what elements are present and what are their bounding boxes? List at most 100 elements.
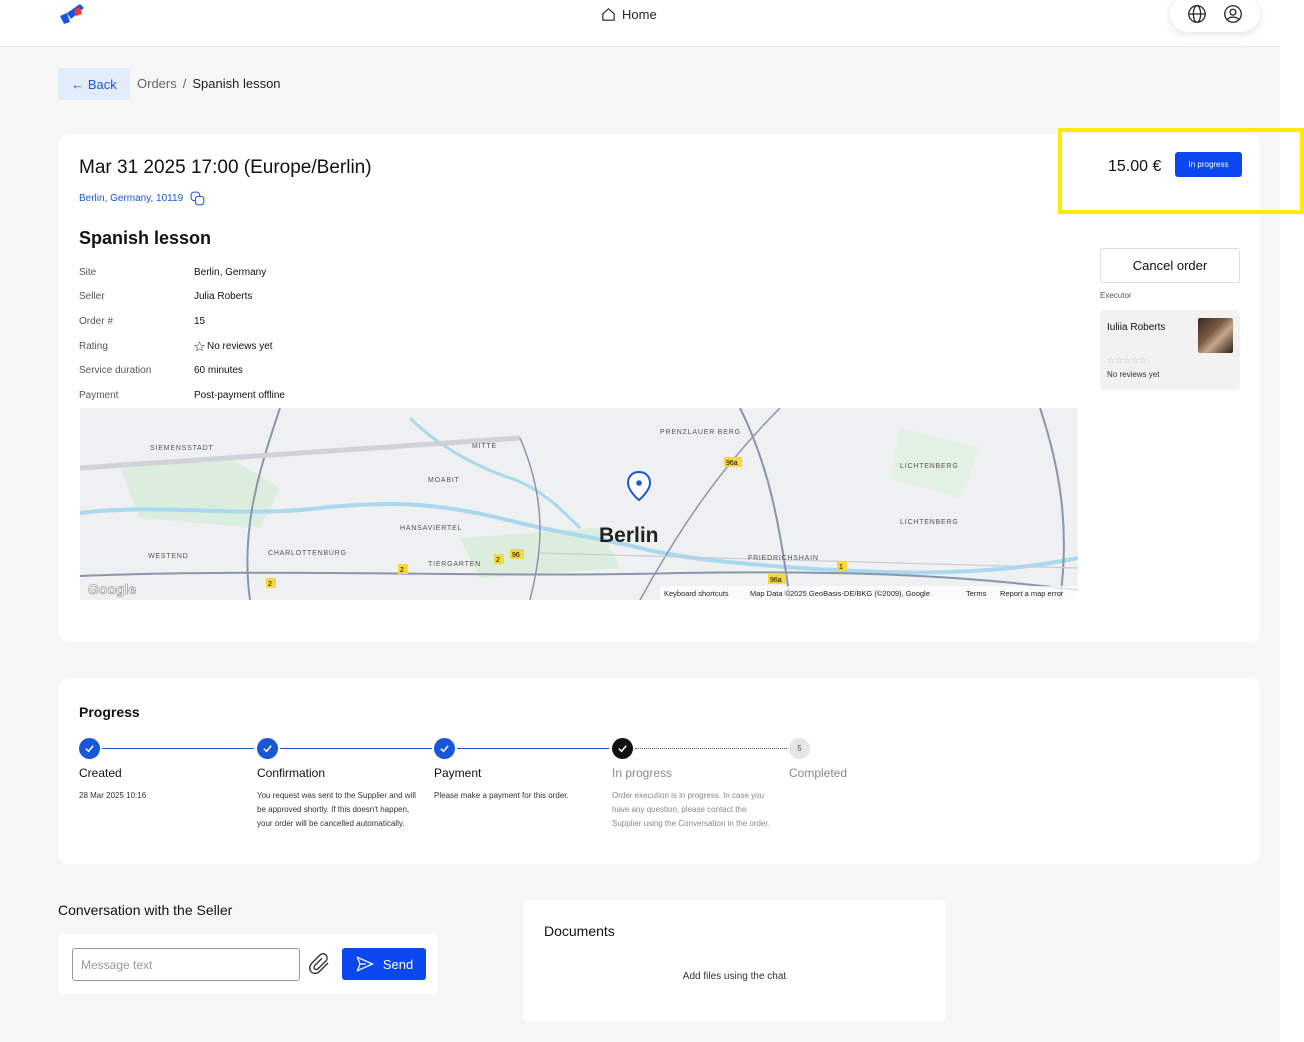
step-connector — [457, 748, 609, 749]
service-title: Spanish lesson — [79, 228, 212, 248]
detail-row-payment: Payment Post-payment offline — [79, 383, 285, 408]
send-button[interactable]: Send — [342, 948, 426, 980]
road-badge: 2 — [266, 578, 276, 588]
detail-label: Payment — [79, 389, 119, 401]
google-logo: Google — [88, 581, 136, 597]
order-price: 15.00 € — [1108, 158, 1162, 175]
send-label: Send — [382, 956, 414, 972]
road-badge: 96a — [768, 574, 786, 584]
message-input[interactable] — [72, 948, 300, 981]
executor-label: Executor — [1100, 291, 1132, 300]
detail-row-order-number: Order # 15 — [79, 309, 285, 334]
home-icon — [602, 8, 615, 21]
executor-card[interactable]: Iuliia Roberts ☆☆☆☆☆ No reviews yet — [1100, 310, 1240, 390]
step-name: Confirmation — [257, 766, 326, 780]
road-badge: 96 — [510, 549, 524, 559]
city-label: Berlin — [599, 524, 659, 547]
top-actions — [1170, 0, 1260, 32]
documents-empty-text: Add files using the chat — [682, 971, 787, 982]
map-keyboard-shortcuts: Keyboard shortcuts — [664, 589, 729, 598]
star-icon — [194, 340, 205, 352]
status-badge: In progress — [1175, 152, 1242, 177]
order-card: Mar 31 2025 17:00 (Europe/Berlin) Berlin… — [58, 128, 1304, 642]
detail-value: Julia Roberts — [194, 291, 253, 303]
globe-icon[interactable] — [1186, 3, 1208, 25]
step-desc: Order execution is in progress. In case … — [612, 791, 770, 828]
detail-row-duration: Service duration 60 minutes — [79, 358, 285, 383]
cancel-order-button[interactable]: Cancel order — [1100, 248, 1240, 283]
detail-value: Post-payment offline — [194, 389, 285, 401]
price-status-highlight: 15.00 € In progress — [1058, 128, 1304, 214]
documents-card: Documents Add files using the chat — [523, 900, 946, 1022]
district-label: TIERGARTEN — [428, 561, 481, 568]
district-label: HANSAVIERTEL — [400, 525, 462, 532]
rating-text: No reviews yet — [207, 340, 273, 352]
order-details: Site Berlin, Germany Seller Julia Robert… — [79, 260, 285, 408]
conversation-title: Conversation with the Seller — [58, 902, 233, 918]
detail-row-site: Site Berlin, Germany — [79, 260, 285, 285]
detail-value-rating: No reviews yet — [194, 340, 273, 352]
step-name: Completed — [789, 766, 848, 780]
district-label: SIEMENSSTADT — [150, 445, 214, 452]
send-icon — [356, 956, 374, 972]
svg-text:96a: 96a — [770, 577, 782, 584]
road-badge: 1 — [837, 561, 847, 571]
detail-label: Service duration — [79, 365, 152, 377]
svg-text:2: 2 — [496, 557, 500, 564]
address-text[interactable]: Berlin, Germany, 10119 — [79, 193, 183, 204]
back-button[interactable]: ← Back — [58, 68, 130, 100]
map-report-error: Report a map error — [1000, 589, 1064, 598]
detail-label: Order # — [79, 315, 113, 327]
check-icon — [434, 738, 455, 759]
detail-label: Rating — [79, 340, 108, 352]
map-terms: Terms — [966, 589, 987, 598]
step-desc: Please make a payment for this order. — [434, 791, 569, 800]
order-datetime: Mar 31 2025 17:00 (Europe/Berlin) — [79, 157, 372, 178]
svg-text:96: 96 — [512, 552, 520, 559]
home-link[interactable]: Home — [600, 6, 657, 23]
svg-text:2: 2 — [268, 581, 272, 588]
map[interactable]: SIEMENSSTADT MITTE PRENZLAUER BERG LICHT… — [80, 408, 1078, 600]
district-label: PRENZLAUER BERG — [660, 429, 741, 436]
step-name: In progress — [612, 766, 673, 780]
district-label: CHARLOTTENBURG — [268, 550, 347, 557]
documents-title: Documents — [544, 923, 615, 939]
step-desc: 28 Mar 2025 10:16 — [79, 791, 147, 800]
detail-label: Seller — [79, 291, 105, 303]
copy-icon[interactable] — [189, 190, 206, 207]
district-label: WESTEND — [148, 553, 189, 560]
district-label: MITTE — [472, 443, 497, 450]
detail-label: Site — [79, 266, 97, 278]
district-label: MOABIT — [428, 477, 460, 484]
detail-value: Berlin, Germany — [194, 266, 267, 278]
detail-value: 15 — [194, 315, 206, 327]
executor-reviews: No reviews yet — [1107, 370, 1160, 379]
check-icon — [79, 738, 100, 759]
order-address: Berlin, Germany, 10119 — [79, 190, 206, 207]
step-number: 5 — [789, 738, 810, 759]
executor-rating-stars: ☆☆☆☆☆ — [1107, 355, 1148, 365]
step-name: Created — [79, 766, 122, 780]
progress-title: Progress — [79, 704, 140, 720]
district-label: FRIEDRICHSHAIN — [748, 555, 819, 562]
map-canvas[interactable]: SIEMENSSTADT MITTE PRENZLAUER BERG LICHT… — [80, 408, 1078, 600]
top-bar: Home — [0, 0, 1280, 47]
executor-name: Iuliia Roberts — [1107, 322, 1166, 333]
user-icon[interactable] — [1222, 3, 1244, 25]
breadcrumb-separator: / — [182, 76, 187, 91]
svg-text:2: 2 — [400, 567, 404, 574]
detail-value: 60 minutes — [194, 365, 243, 377]
logo[interactable] — [58, 4, 88, 28]
step-connector — [635, 748, 787, 749]
progress-card: Progress Created 28 Mar 2025 10:16 Confi… — [58, 678, 1260, 864]
conversation-card: Send — [58, 934, 438, 994]
breadcrumb: Orders / Spanish lesson — [137, 76, 281, 91]
step-name: Payment — [434, 766, 482, 780]
map-data-credit: Map Data ©2025 GeoBasis-DE/BKG (©2009), … — [750, 589, 930, 598]
breadcrumb-current: Spanish lesson — [192, 76, 281, 91]
breadcrumb-orders[interactable]: Orders — [137, 76, 177, 91]
road-badge: 96a — [724, 457, 742, 467]
executor-avatar — [1198, 318, 1233, 353]
svg-text:1: 1 — [839, 564, 843, 571]
paperclip-icon[interactable] — [308, 952, 332, 976]
